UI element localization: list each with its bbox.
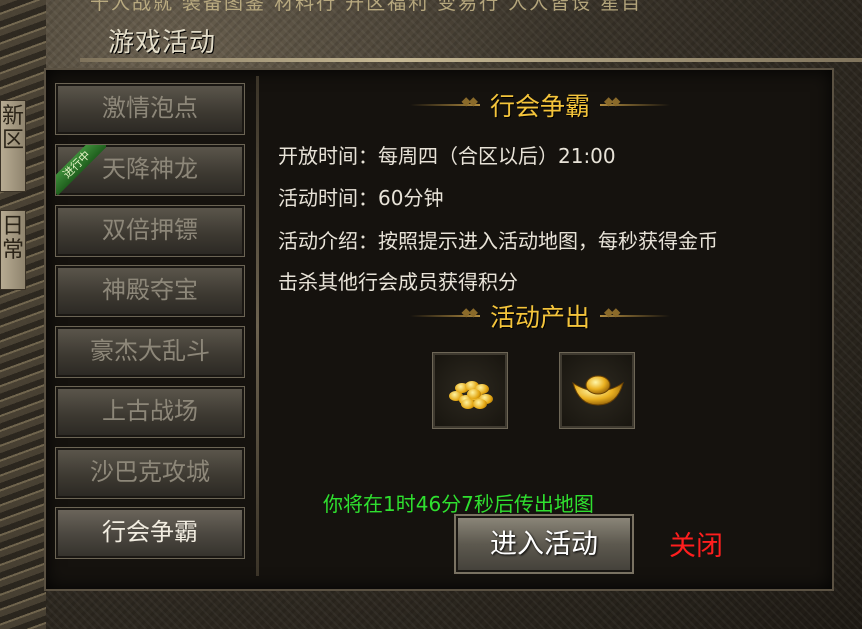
heading-ornament-left <box>410 305 480 320</box>
menu-item-double-escort[interactable]: 双倍押镖 <box>55 205 245 257</box>
window-title: 游戏活动 <box>108 28 217 57</box>
rewards-heading-label: 活动产出 <box>490 305 591 332</box>
menu-item-label: 双倍押镖 <box>102 218 198 244</box>
menu-item-label: 行会争霸 <box>102 520 198 546</box>
menu-item-guild-war[interactable]: 行会争霸 <box>55 507 245 559</box>
in-progress-badge-label: 进行中 <box>56 145 106 195</box>
menu-item-ancient-battlefield[interactable]: 上古战场 <box>55 386 245 438</box>
menu-item-label: 激情泡点 <box>102 96 198 122</box>
heading-ornament-right <box>600 305 671 320</box>
side-tab-new-server[interactable]: 新区 <box>0 100 26 192</box>
gold-coins-icon <box>449 377 493 409</box>
menu-item-passion-points[interactable]: 激情泡点 <box>55 83 245 135</box>
title-divider <box>80 58 862 62</box>
activity-heading: 行会争霸 <box>410 87 671 123</box>
heading-ornament-left <box>410 94 480 109</box>
menu-item-sabak-siege[interactable]: 沙巴克攻城 <box>55 447 245 499</box>
countdown-text: 你将在1时46分7秒后传出地图 <box>323 492 594 516</box>
close-button[interactable]: 关闭 <box>669 524 723 563</box>
menu-item-label: 沙巴克攻城 <box>90 460 210 486</box>
intro-text-line1: 活动介绍：按照提示进入活动地图，每秒获得金币 <box>278 229 718 253</box>
menu-item-label: 豪杰大乱斗 <box>90 339 210 365</box>
enter-activity-button[interactable]: 进入活动 <box>454 514 634 574</box>
open-time-text: 开放时间：每周四（合区以后）21:00 <box>278 144 616 168</box>
side-tab-daily[interactable]: 日常 <box>0 210 26 290</box>
gold-ingot-icon <box>572 375 624 406</box>
menu-item-label: 上古战场 <box>102 399 198 425</box>
menu-item-heroes-brawl[interactable]: 豪杰大乱斗 <box>55 326 245 378</box>
panel-divider <box>256 76 259 576</box>
menu-item-divine-dragon[interactable]: 进行中 天降神龙 <box>55 144 245 196</box>
heading-ornament-right <box>600 94 671 109</box>
menu-item-label: 神殿夺宝 <box>102 278 198 304</box>
menu-item-label: 天降神龙 <box>102 157 198 183</box>
reward-slot-gold-ingot[interactable] <box>559 352 635 429</box>
in-progress-badge: 进行中 <box>56 145 106 195</box>
activity-heading-label: 行会争霸 <box>490 94 591 121</box>
intro-text-line2: 击杀其他行会成员获得积分 <box>278 270 518 294</box>
duration-text: 活动时间：60分钟 <box>278 186 444 210</box>
dragon-border-decoration <box>0 0 46 629</box>
rewards-heading: 活动产出 <box>410 298 671 334</box>
reward-slot-gold-coins[interactable] <box>432 352 508 429</box>
top-menu-strip: 千人战就 装备图鉴 材料行 开区福利 变易行 人人皆设 星目 <box>90 0 643 12</box>
menu-item-temple-treasure[interactable]: 神殿夺宝 <box>55 265 245 317</box>
